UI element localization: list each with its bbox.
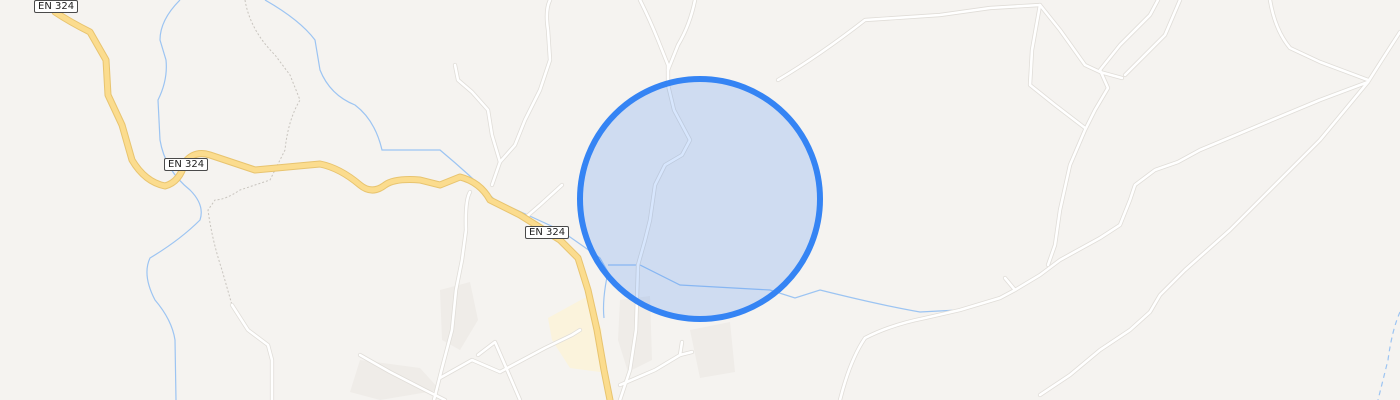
map-view[interactable]: EN 324 EN 324 EN 324 xyxy=(0,0,1400,400)
road-shield-en324: EN 324 xyxy=(34,0,79,13)
map-canvas[interactable] xyxy=(0,0,1400,400)
road-shield-en324: EN 324 xyxy=(525,226,570,239)
road-shield-en324: EN 324 xyxy=(164,158,209,171)
location-accuracy-circle xyxy=(577,76,823,322)
